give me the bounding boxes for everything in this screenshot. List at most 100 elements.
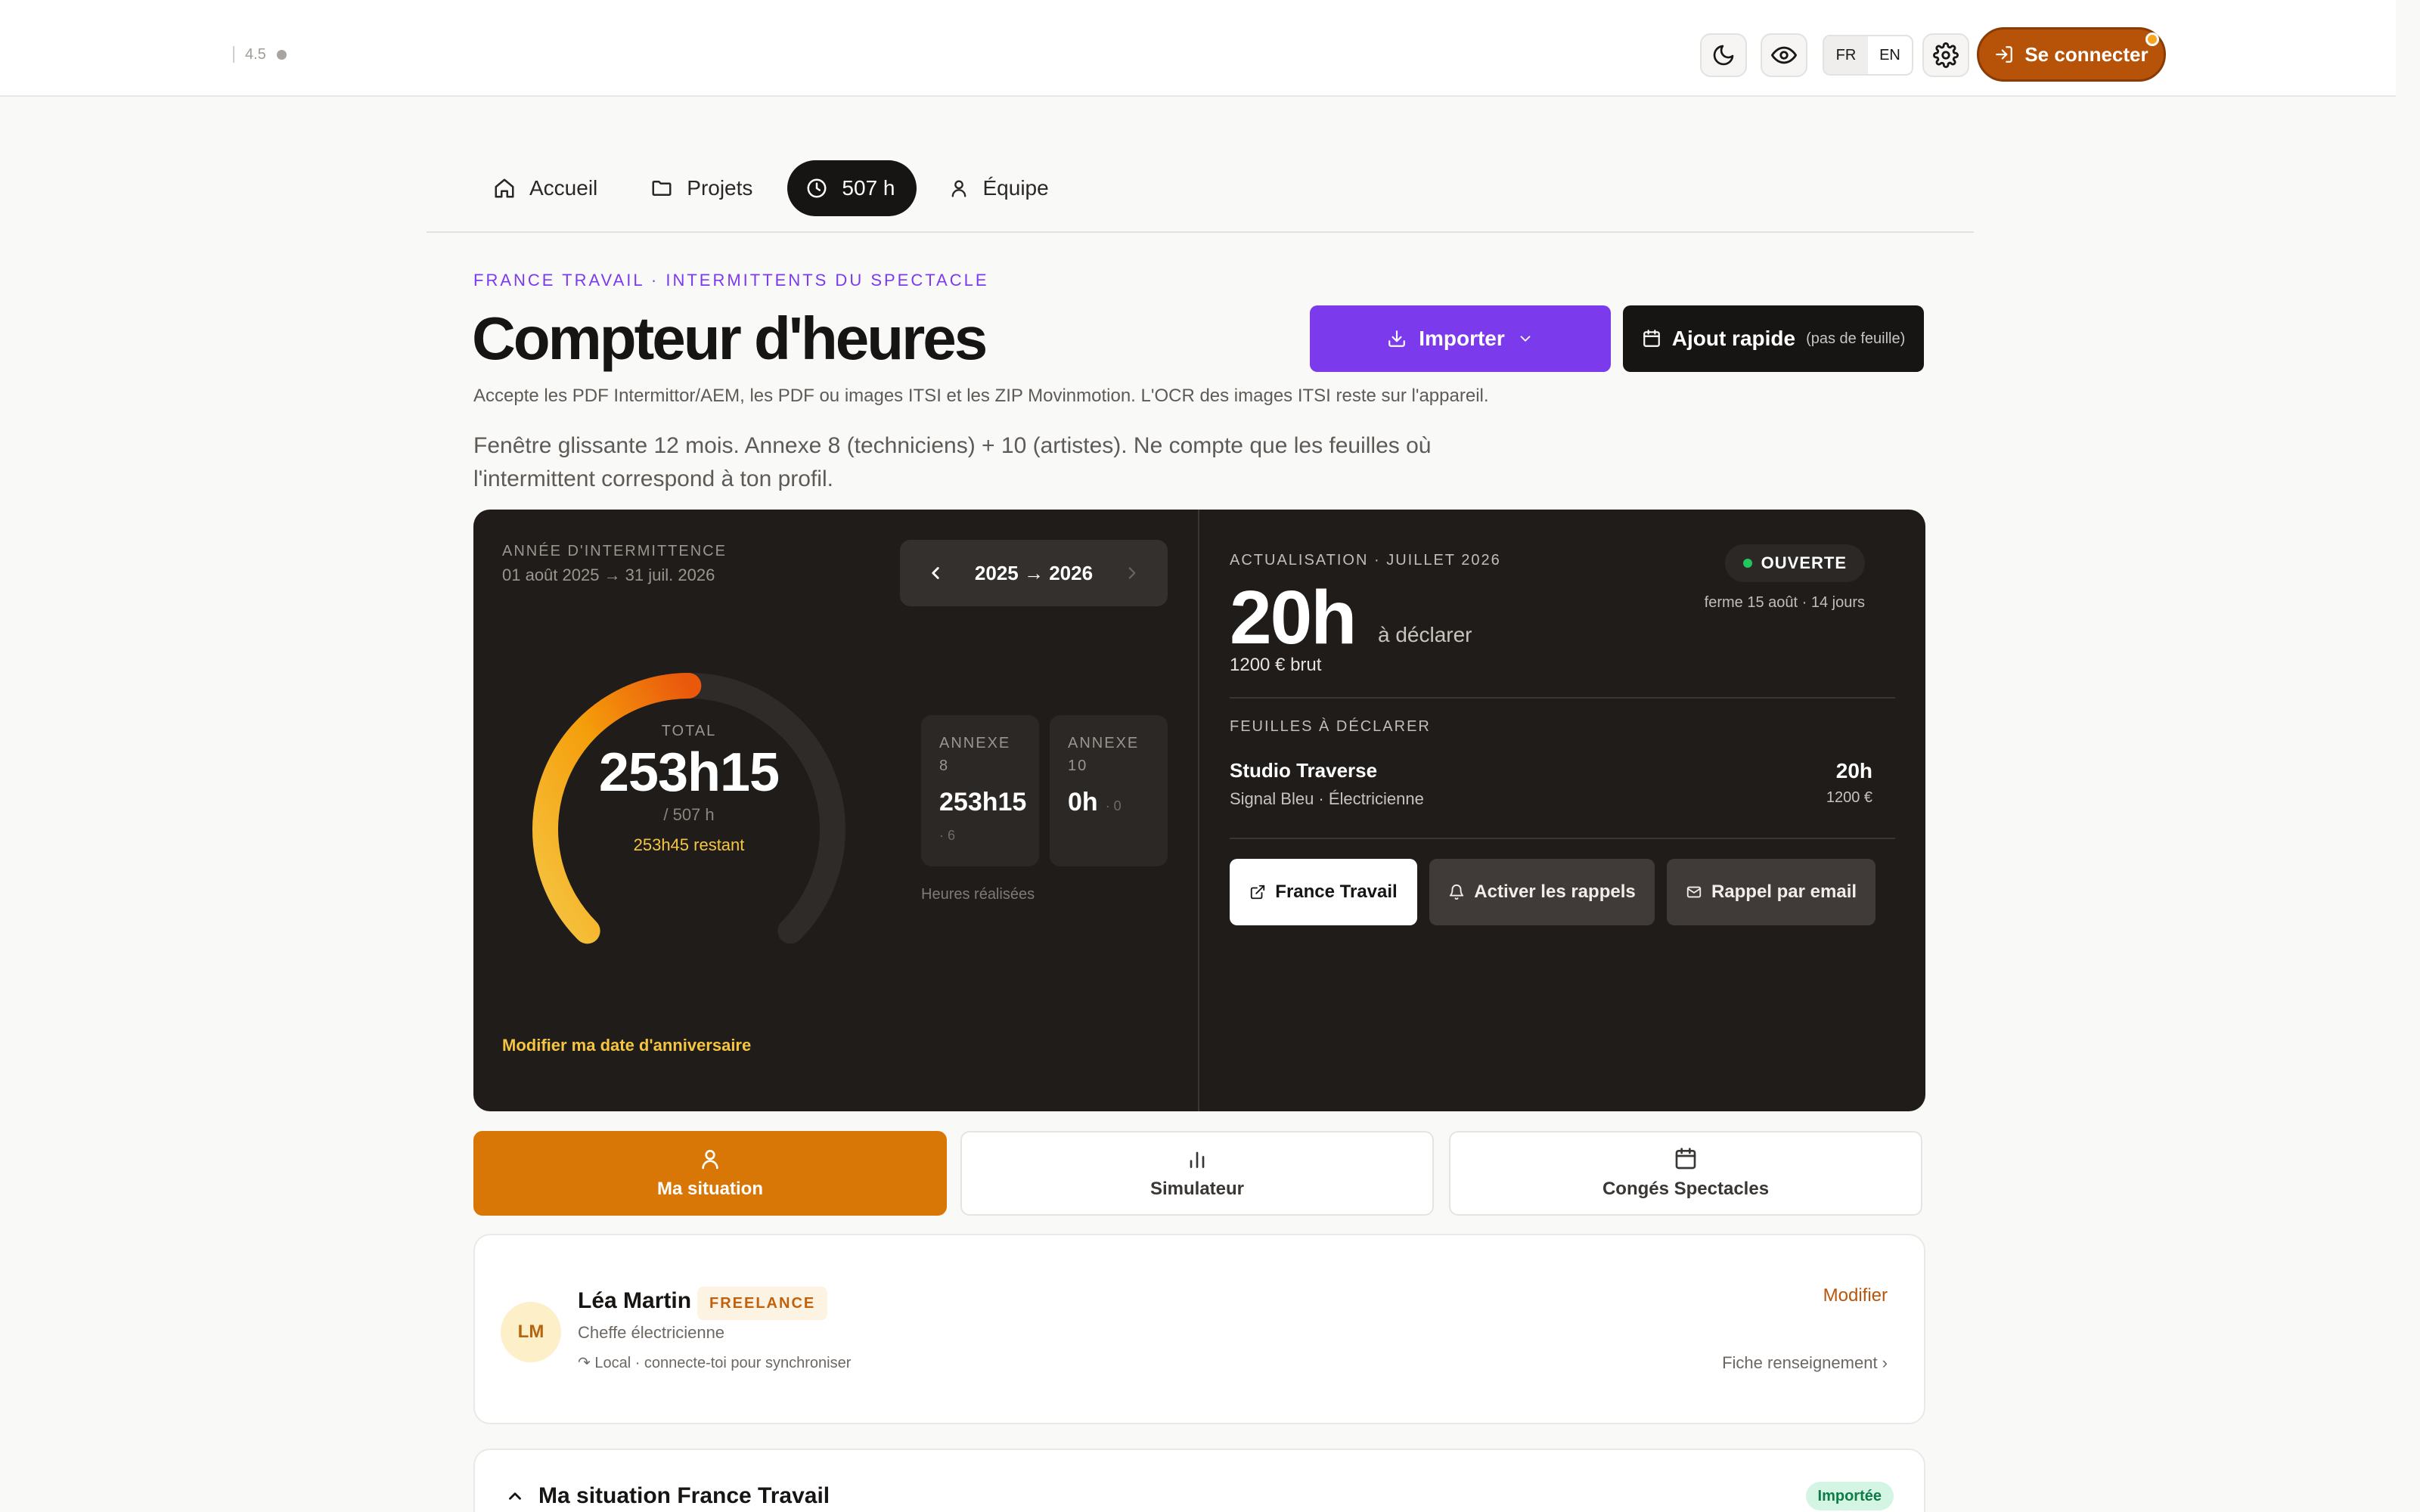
lang-en-option[interactable]: EN <box>1868 36 1912 74</box>
annexe-10-box: ANNEXE 10 0h · 0 <box>1050 715 1168 866</box>
progress-ring-text: TOTAL 253h15 / 507 h 253h45 restant <box>526 723 852 855</box>
bell-icon <box>1450 885 1464 900</box>
email-reminder-label: Rappel par email <box>1711 881 1857 902</box>
annexe-8-value: 253h15 <box>939 788 1027 816</box>
lang-fr-option[interactable]: FR <box>1824 36 1868 74</box>
nav-item-projets[interactable]: Projets <box>632 160 774 216</box>
chevron-down-icon <box>1520 336 1531 342</box>
modify-profile-link[interactable]: Modifier <box>1823 1285 1888 1306</box>
nav-item-accueil[interactable]: Accueil <box>475 160 619 216</box>
page-title: Compteur d'heures <box>472 305 988 372</box>
tab-label: Ma situation <box>656 1179 763 1199</box>
year-range: 01 août 2025 → 31 juil. 2026 <box>502 565 715 584</box>
activate-reminders-label: Activer les rappels <box>1474 881 1636 902</box>
page-eyebrow: FRANCE TRAVAIL · INTERMITTENTS DU SPECTA… <box>473 271 989 290</box>
tab-simulateur[interactable]: Simulateur <box>960 1131 1434 1216</box>
clock-icon <box>807 178 827 198</box>
nav-item-hours[interactable]: 507 h <box>787 160 917 216</box>
section-divider <box>1230 697 1895 699</box>
sheet-detail: Signal Bleu · Électricienne <box>1230 789 1424 808</box>
calendar-icon <box>1643 330 1660 347</box>
modify-anniversary-link[interactable]: Modifier ma date d'anniversaire <box>502 1036 751 1055</box>
tab-ma-situation[interactable]: Ma situation <box>473 1131 947 1216</box>
version-indicator: 4.5 <box>233 45 287 64</box>
annexe-8-count: · 6 <box>939 828 956 843</box>
card-divider <box>1198 510 1199 1111</box>
hours-to-declare-suffix: à déclarer <box>1378 623 1472 646</box>
bar-chart-icon <box>1190 1151 1205 1168</box>
external-link-icon <box>1251 885 1265 900</box>
annexe-10-value: 0h <box>1068 788 1098 816</box>
sync-icon: ↷ <box>578 1355 595 1371</box>
user-icon <box>702 1150 718 1170</box>
sheet-hours: 20h <box>1835 759 1872 782</box>
profile-name: Léa Martin <box>578 1288 692 1313</box>
language-switcher: FR EN <box>1823 35 1913 76</box>
calendar-icon <box>1675 1148 1696 1170</box>
profile-card: LM Léa Martin FREELANCE Cheffe électrici… <box>473 1234 1925 1424</box>
sheet-name: Studio Traverse <box>1230 759 1378 782</box>
eye-icon <box>1771 46 1797 64</box>
settings-button[interactable] <box>1922 33 1969 77</box>
nav-item-label: Équipe <box>982 176 1049 200</box>
user-icon <box>951 180 966 197</box>
realized-hours-label: Heures réalisées <box>921 886 1035 903</box>
hours-counter-card: ANNÉE D'INTERMITTENCE 01 août 2025 → 31 … <box>473 510 1925 1111</box>
accessibility-view-button[interactable] <box>1761 33 1807 77</box>
actualisation-panel: ACTUALISATION · JUILLET 2026 OUVERTE fer… <box>1230 510 1895 1111</box>
imported-badge: Importée <box>1805 1482 1894 1510</box>
nav-item-label: 507 h <box>842 176 895 200</box>
version-separator <box>233 46 234 63</box>
remaining-hours: 253h45 restant <box>633 835 745 854</box>
annexe-10-label: ANNEXE 10 <box>1068 735 1140 774</box>
chevron-up-icon <box>509 1492 521 1500</box>
actualisation-label: ACTUALISATION · JUILLET 2026 <box>1230 552 1501 569</box>
tab-label: Simulateur <box>1150 1179 1245 1199</box>
nav-divider <box>427 231 1974 233</box>
annexe-10-row: 0h · 0 <box>1068 788 1150 817</box>
france-travail-label: France Travail <box>1275 881 1398 902</box>
download-icon <box>1388 330 1406 347</box>
import-button[interactable]: Importer <box>1310 305 1611 372</box>
year-selector-label: 2025 → 2026 <box>974 561 1094 584</box>
quick-add-note: (pas de feuille) <box>1806 330 1906 347</box>
status-dot <box>276 49 287 60</box>
dark-mode-button[interactable] <box>1700 33 1747 77</box>
year-label: ANNÉE D'INTERMITTENCE <box>502 543 727 559</box>
section-divider <box>1230 838 1895 839</box>
moon-icon <box>1713 45 1734 66</box>
activate-reminders-button[interactable]: Activer les rappels <box>1429 859 1655 925</box>
email-reminder-button[interactable]: Rappel par email <box>1667 859 1876 925</box>
sync-status: ↷ Local · connecte-toi pour synchroniser <box>578 1353 851 1372</box>
hours-to-declare: 20h <box>1230 575 1357 660</box>
folder-icon <box>652 181 672 196</box>
nav-item-label: Projets <box>687 176 753 200</box>
quick-add-label: Ajout rapide <box>1671 327 1796 350</box>
total-value: 253h15 <box>598 742 780 803</box>
situation-title: Ma situation France Travail <box>538 1483 830 1508</box>
version-label: 4.5 <box>245 45 266 63</box>
nav-item-label: Accueil <box>529 176 598 200</box>
gross-amount: 1200 € brut <box>1230 655 1322 675</box>
page-subtitle: Accepte les PDF Intermittor/AEM, les PDF… <box>473 386 1489 406</box>
tab-label: Congés Spectacles <box>1602 1179 1770 1199</box>
chevron-right-icon[interactable] <box>1122 563 1142 583</box>
france-travail-button[interactable]: France Travail <box>1230 859 1417 925</box>
gear-icon <box>1933 42 1959 68</box>
situation-header[interactable]: Ma situation France Travail <box>505 1483 830 1509</box>
sheets-label: FEUILLES À DÉCLARER <box>1230 718 1431 735</box>
sync-text: Local · connecte-toi pour synchroniser <box>594 1355 852 1371</box>
total-target: / 507 h <box>663 805 715 824</box>
quick-add-button[interactable]: Ajout rapide (pas de feuille) <box>1623 305 1924 372</box>
sheet-amount: 1200 € <box>1826 789 1872 806</box>
main-nav: Accueil Projets 507 h Équipe <box>475 160 1070 216</box>
status-badge: OUVERTE <box>1724 544 1865 582</box>
nav-item-equipe[interactable]: Équipe <box>930 160 1070 216</box>
connect-button[interactable]: Se connecter <box>1977 27 2166 82</box>
status-dot <box>1742 559 1752 568</box>
situation-card: Ma situation France Travail Importée <box>473 1448 1925 1512</box>
tab-conges-spectacles[interactable]: Congés Spectacles <box>1449 1131 1922 1216</box>
fiche-renseignement-link[interactable]: Fiche renseignement › <box>1722 1353 1888 1373</box>
chevron-left-icon[interactable] <box>926 563 945 583</box>
home-icon <box>495 178 514 198</box>
